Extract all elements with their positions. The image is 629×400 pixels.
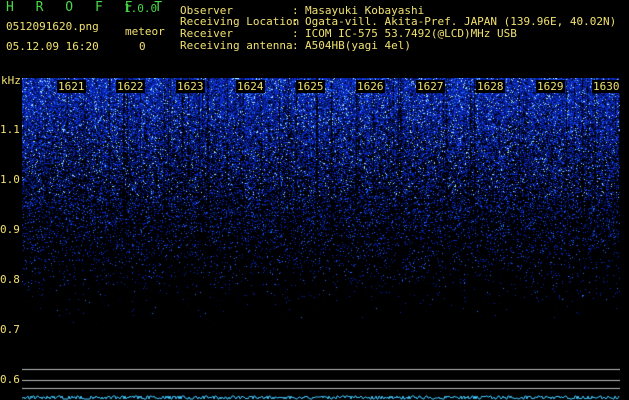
info-sep-receiver: : — [292, 27, 299, 40]
x-tick-1624: 1624 — [236, 80, 265, 93]
x-tick-1621: 1621 — [57, 80, 86, 93]
file-name: 0512091620.png — [6, 20, 99, 33]
info-key-antenna: Receiving antenna — [180, 39, 293, 52]
x-tick-1630: 1630 — [592, 80, 621, 93]
y-tick-0-7: 0.7 — [0, 323, 20, 336]
y-axis-unit: kHz — [1, 74, 21, 87]
x-tick-1622: 1622 — [116, 80, 145, 93]
x-tick-1626: 1626 — [356, 80, 385, 93]
x-tick-1629: 1629 — [536, 80, 565, 93]
date-time: 05.12.09 16:20 — [6, 40, 99, 53]
app-version: 1.0.0 — [124, 2, 158, 15]
x-tick-1625: 1625 — [296, 80, 325, 93]
y-tick-1-1: 1.1 — [0, 123, 20, 136]
info-sep-location: : — [292, 15, 299, 28]
info-key-location: Receiving Location — [180, 15, 300, 28]
y-tick-0-9: 0.9 — [0, 223, 20, 236]
info-value-location: Ogata-vill. Akita-Pref. JAPAN (139.96E, … — [305, 15, 617, 28]
meteor-label: meteor — [125, 25, 165, 38]
x-tick-1627: 1627 — [416, 80, 445, 93]
info-sep-antenna: : — [292, 39, 299, 52]
y-tick-0-6: 0.6 — [0, 373, 20, 386]
info-value-receiver: ICOM IC-575 53.7492(@LCD)MHz USB — [305, 27, 517, 40]
y-tick-1-0: 1.0 — [0, 173, 20, 186]
info-key-receiver: Receiver — [180, 27, 233, 40]
x-tick-1628: 1628 — [476, 80, 505, 93]
x-tick-1623: 1623 — [176, 80, 205, 93]
y-tick-0-8: 0.8 — [0, 273, 20, 286]
meteor-count: 0 — [139, 40, 146, 53]
spectrogram-canvas — [22, 78, 620, 400]
info-value-antenna: A504HB(yagi 4el) — [305, 39, 411, 52]
